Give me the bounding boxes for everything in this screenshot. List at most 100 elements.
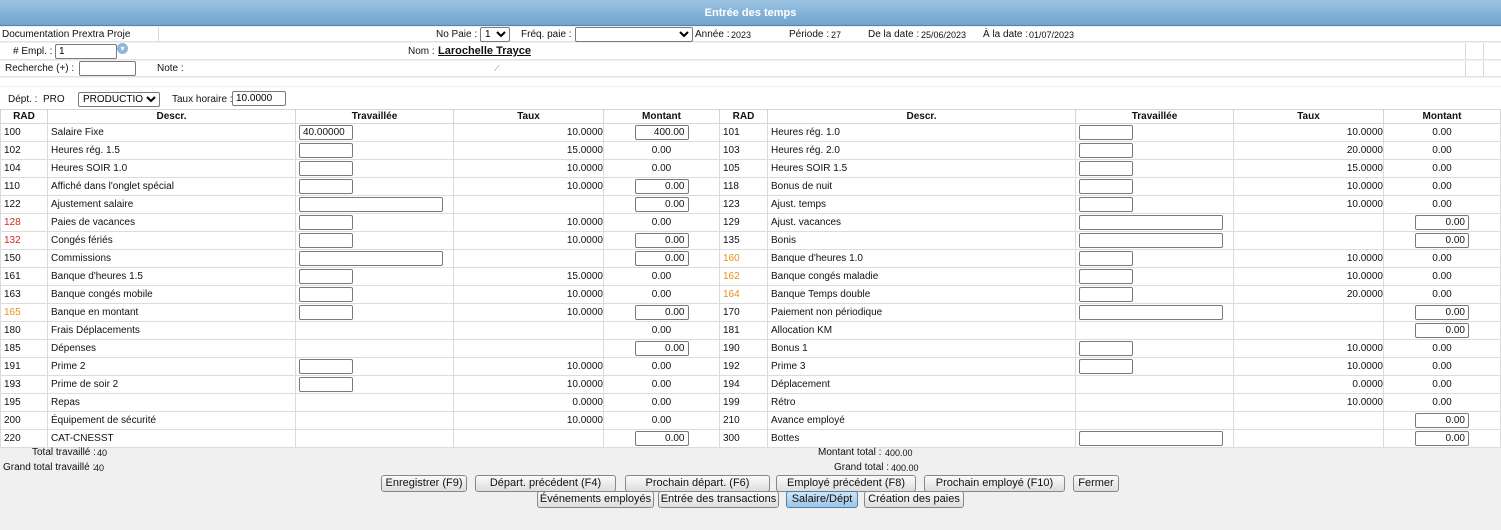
empl-input[interactable] (55, 44, 117, 59)
pay-creation-button[interactable]: Création des paies (864, 491, 964, 508)
travaillee-cell (295, 411, 454, 430)
resize-handle-icon[interactable]: ⟋ (494, 64, 500, 74)
montant-input[interactable]: 0.00 (1415, 431, 1469, 446)
montant-cell: 0.00 (1383, 393, 1501, 412)
travaillee-input[interactable] (299, 179, 353, 194)
transactions-entry-button[interactable]: Entrée des transactions (658, 491, 779, 508)
travaillee-input[interactable] (299, 359, 353, 374)
chevron-down-icon[interactable]: ▾ (117, 43, 128, 54)
montant-input[interactable]: 0.00 (634, 233, 689, 248)
table-row: 100 Salaire Fixe 40.00000 10.0000 400.00 101 H… (0, 123, 1501, 142)
montant-input[interactable]: 0.00 (1415, 215, 1469, 230)
description: Avance employé (767, 411, 1076, 430)
montant-input[interactable]: 0.00 (1415, 323, 1469, 338)
montant-input[interactable]: 0.00 (634, 305, 689, 320)
description: Banque Temps double (767, 285, 1076, 304)
travaillee-input[interactable] (1079, 161, 1133, 176)
montant-cell: 0.00 (603, 195, 720, 214)
montant-cell: 0.00 (603, 267, 720, 286)
travaillee-input[interactable] (1079, 179, 1133, 194)
travaillee-wide-input[interactable] (1079, 215, 1223, 230)
travaillee-input[interactable] (1079, 359, 1133, 374)
montant-input[interactable]: 0.00 (634, 179, 689, 194)
travaillee-input[interactable] (299, 377, 353, 392)
description: Déplacement (767, 375, 1076, 394)
travaillee-wide-input[interactable] (299, 197, 443, 212)
montant-input[interactable]: 0.00 (634, 431, 689, 446)
rad-code: 185 (0, 339, 48, 358)
travaillee-input[interactable] (299, 161, 353, 176)
de-date-value: 25/06/2023 (921, 30, 967, 40)
montant-cell: 0.00 (1383, 285, 1501, 304)
travaillee-input[interactable] (1079, 197, 1133, 212)
travaillee-input[interactable] (299, 287, 353, 302)
description: Heures rég. 1.5 (47, 141, 296, 160)
note-field[interactable] (190, 61, 502, 75)
travaillee-cell (295, 213, 454, 232)
travaillee-input[interactable] (1079, 143, 1133, 158)
montant-cell: 0.00 (603, 159, 720, 178)
freq-paie-select[interactable] (575, 27, 693, 42)
rad-code: 191 (0, 357, 48, 376)
montant-input[interactable]: 0.00 (1415, 305, 1469, 320)
montant-input[interactable]: 0.00 (634, 341, 689, 356)
travaillee-cell (1075, 123, 1234, 142)
travaillee-cell (295, 177, 454, 196)
montant-input[interactable]: 400.00 (634, 125, 689, 140)
description: Banque d'heures 1.5 (47, 267, 296, 286)
rad-code: 122 (0, 195, 48, 214)
travaillee-input[interactable]: 40.00000 (299, 125, 353, 140)
close-button[interactable]: Fermer (1073, 475, 1119, 492)
rad-code: 199 (719, 393, 768, 412)
taux-value: 15.0000 (453, 267, 604, 286)
employee-events-button[interactable]: Événements employés (537, 491, 654, 508)
description: Bottes (767, 429, 1076, 448)
travaillee-input[interactable] (1079, 125, 1133, 140)
travaillee-cell (1075, 195, 1234, 214)
next-department-button[interactable]: Prochain départ. (F6) (625, 475, 770, 492)
montant-input[interactable]: 0.00 (1415, 413, 1469, 428)
description: Bonus 1 (767, 339, 1076, 358)
rad-code: 161 (0, 267, 48, 286)
rad-code: 300 (719, 429, 768, 448)
col-header-montant: Montant (603, 109, 720, 124)
description: Prime 2 (47, 357, 296, 376)
montant-input[interactable]: 0.00 (634, 251, 689, 266)
description: Allocation KM (767, 321, 1076, 340)
travaillee-wide-input[interactable] (1079, 233, 1223, 248)
description: Ajustement salaire (47, 195, 296, 214)
travaillee-input[interactable] (299, 233, 353, 248)
travaillee-wide-input[interactable] (299, 251, 443, 266)
no-paie-select[interactable]: 1 (480, 27, 510, 42)
travaillee-input[interactable] (299, 143, 353, 158)
travaillee-input[interactable] (299, 305, 353, 320)
travaillee-input[interactable] (299, 269, 353, 284)
previous-employee-button[interactable]: Employé précédent (F8) (776, 475, 916, 492)
travaillee-wide-input[interactable] (1079, 431, 1223, 446)
montant-cell: 0.00 (1383, 357, 1501, 376)
travaillee-cell (1075, 303, 1234, 322)
travaillee-cell (1075, 411, 1234, 430)
travaillee-input[interactable] (1079, 269, 1133, 284)
next-employee-button[interactable]: Prochain employé (F10) (924, 475, 1065, 492)
travaillee-wide-input[interactable] (1079, 305, 1223, 320)
travaillee-input[interactable] (1079, 341, 1133, 356)
travaillee-cell (1075, 393, 1234, 412)
travaillee-input[interactable] (1079, 287, 1133, 302)
dept-select[interactable]: PRODUCTION (78, 92, 160, 107)
montant-input[interactable]: 0.00 (634, 197, 689, 212)
montant-cell: 0.00 (603, 231, 720, 250)
travaillee-cell (295, 195, 454, 214)
travaillee-cell (1075, 159, 1234, 178)
previous-department-button[interactable]: Départ. précédent (F4) (475, 475, 616, 492)
recherche-input[interactable] (79, 61, 136, 76)
time-entry-table: RAD Descr. Travaillée Taux Montant RAD D… (0, 109, 1501, 448)
salary-dept-tab-button[interactable]: Salaire/Dépt (786, 491, 858, 508)
save-button[interactable]: Enregistrer (F9) (381, 475, 467, 492)
travaillee-input[interactable] (299, 215, 353, 230)
travaillee-input[interactable] (1079, 251, 1133, 266)
taux-horaire-input[interactable] (232, 91, 286, 106)
montant-input[interactable]: 0.00 (1415, 233, 1469, 248)
description: Salaire Fixe (47, 123, 296, 142)
description: Prime 3 (767, 357, 1076, 376)
